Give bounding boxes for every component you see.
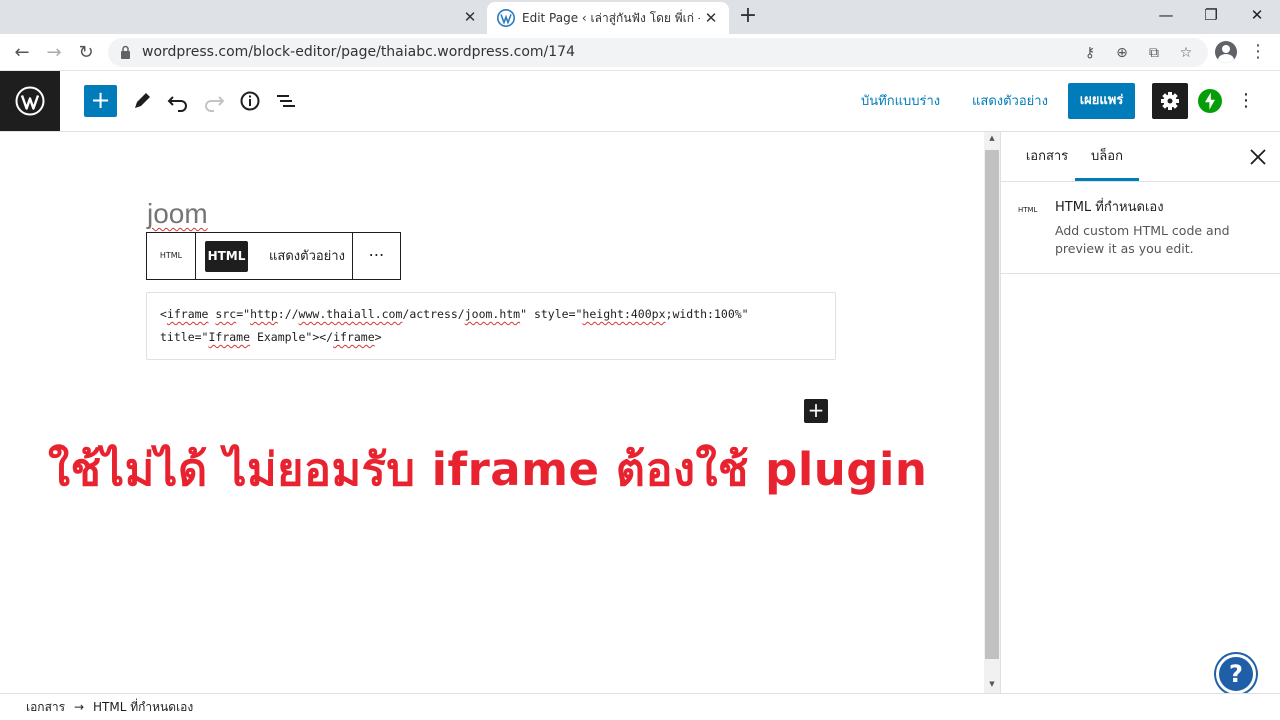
code-token-misspelled: iframe	[166, 307, 209, 321]
code-token: <	[160, 307, 167, 321]
browser-menu-icon[interactable]: ⋮	[1248, 40, 1268, 64]
bookmark-star-icon[interactable]: ☆	[1176, 43, 1196, 63]
url-text[interactable]: wordpress.com/block-editor/page/thaiabc.…	[142, 43, 575, 62]
html-code-editor[interactable]: <iframe src="http://www.thaiall.com/actr…	[146, 292, 836, 360]
code-token-misspelled: height:400px	[582, 307, 666, 321]
code-token-misspelled: Iframe	[208, 330, 251, 344]
minimize-icon[interactable]: —	[1152, 4, 1180, 26]
code-token-misspelled: http	[250, 307, 278, 321]
custom-html-block-icon: HTML	[1018, 206, 1038, 214]
browser-tab-title: Edit Page ‹ เล่าสู่กันฟัง โดย พี่เก่ — W…	[522, 11, 700, 25]
code-token: ;width:100%"	[665, 307, 749, 321]
sidebar-tabs: เอกสาร บล็อก	[1001, 132, 1280, 182]
canvas-scrollbar[interactable]: ▲ ▼	[984, 132, 1000, 693]
editor-top-toolbar: + บันทึกแบบร่าง แสดงตัวอย่าง เผยแพร่ ⋮	[0, 71, 1280, 132]
code-token: Example"></	[250, 330, 334, 344]
info-icon[interactable]	[236, 87, 264, 115]
code-line-2: title="Iframe Example"></iframe>	[160, 326, 822, 349]
translate-icon[interactable]: ⧉	[1144, 43, 1164, 63]
code-token: " style="	[520, 307, 583, 321]
editor-canvas: joom HTML HTML แสดงตัวอย่าง ⋯ <iframe sr…	[0, 132, 984, 693]
scroll-up-arrow-icon[interactable]: ▲	[988, 134, 996, 142]
code-token-misspelled: www.thaiall.com	[298, 307, 403, 321]
profile-avatar-icon[interactable]	[1215, 41, 1237, 63]
save-draft-button[interactable]: บันทึกแบบร่าง	[861, 93, 940, 111]
breadcrumb: เอกสาร → HTML ที่กำหนดเอง	[0, 693, 1280, 720]
red-annotation-text: ใช้ไม่ได้ ไม่ยอมรับ iframe ต้องใช้ plugi…	[48, 443, 928, 496]
wordpress-favicon-icon	[497, 9, 515, 27]
preview-button[interactable]: แสดงตัวอย่าง	[972, 93, 1048, 111]
editor-options-menu-icon[interactable]: ⋮	[1236, 89, 1256, 113]
code-token: ://	[277, 307, 299, 321]
block-toolbar: HTML HTML แสดงตัวอย่าง ⋯	[146, 232, 401, 280]
tab-block[interactable]: บล็อก	[1075, 132, 1139, 181]
code-token: ="	[236, 307, 251, 321]
block-more-options-icon[interactable]: ⋯	[352, 233, 400, 279]
block-card: HTML HTML ที่กำหนดเอง Add custom HTML co…	[1001, 182, 1280, 274]
undo-icon[interactable]	[164, 87, 192, 115]
help-question-icon[interactable]: ?	[1216, 654, 1256, 694]
breadcrumb-separator-arrow-icon: →	[74, 700, 85, 714]
page-title[interactable]: joom	[147, 197, 208, 231]
html-mode-tab[interactable]: HTML	[205, 241, 248, 272]
scroll-down-arrow-icon[interactable]: ▼	[988, 680, 996, 688]
window-close-icon[interactable]: ✕	[1243, 4, 1271, 26]
code-line-1: <iframe src="http://www.thaiall.com/actr…	[160, 303, 822, 326]
block-card-description: Add custom HTML code and preview it as y…	[1055, 223, 1230, 256]
list-view-icon[interactable]	[272, 87, 300, 115]
settings-gear-button[interactable]	[1152, 83, 1188, 119]
restore-icon[interactable]: ❐	[1197, 4, 1225, 26]
code-token: /actress/	[402, 307, 465, 321]
jetpack-bolt-icon[interactable]	[1198, 89, 1222, 113]
lock-icon	[121, 45, 130, 59]
preview-mode-tab[interactable]: แสดงตัวอย่าง	[260, 241, 354, 272]
browser-tab-bar: ✕ Edit Page ‹ เล่าสู่กันฟัง โดย พี่เก่ —…	[0, 0, 1280, 34]
code-token-misspelled: iframe	[333, 330, 375, 344]
code-token-misspelled: src	[215, 307, 237, 321]
scroll-thumb[interactable]	[985, 150, 999, 659]
add-circle-icon[interactable]: ⊕	[1112, 43, 1132, 63]
block-card-title: HTML ที่กำหนดเอง	[1055, 200, 1164, 215]
code-token-misspelled: joom.htm	[464, 307, 521, 321]
key-icon[interactable]: ⚷	[1080, 43, 1100, 63]
code-token: >	[374, 330, 382, 344]
publish-button[interactable]: เผยแพร่	[1068, 83, 1135, 119]
block-inserter-plus-button[interactable]: +	[84, 85, 117, 117]
previous-tab-close-icon[interactable]: ✕	[461, 8, 479, 26]
pencil-tools-icon[interactable]	[128, 87, 156, 115]
browser-address-bar: ← → ↻ wordpress.com/block-editor/page/th…	[0, 34, 1280, 71]
block-type-html-icon[interactable]: HTML	[147, 233, 196, 279]
tab-close-icon[interactable]: ✕	[701, 8, 721, 28]
code-token: title="	[160, 330, 209, 344]
wordpress-logo-icon[interactable]	[0, 71, 60, 131]
breadcrumb-block[interactable]: HTML ที่กำหนดเอง	[93, 699, 193, 715]
browser-tab-active[interactable]: Edit Page ‹ เล่าสู่กันฟัง โดย พี่เก่ — W…	[487, 2, 729, 34]
gear-icon	[1161, 92, 1179, 110]
reload-icon[interactable]: ↻	[73, 40, 99, 66]
back-arrow-icon[interactable]: ←	[9, 40, 35, 66]
breadcrumb-document[interactable]: เอกสาร	[26, 699, 65, 715]
add-block-plus-button[interactable]: +	[804, 399, 828, 423]
tab-document[interactable]: เอกสาร	[1011, 132, 1083, 181]
url-omnibox[interactable]: wordpress.com/block-editor/page/thaiabc.…	[108, 38, 1208, 67]
forward-arrow-icon[interactable]: →	[41, 40, 67, 66]
close-sidebar-icon[interactable]	[1247, 146, 1269, 168]
new-tab-plus-icon[interactable]: +	[737, 5, 759, 29]
settings-sidebar: เอกสาร บล็อก HTML HTML ที่กำหนดเอง Add c…	[1000, 132, 1280, 693]
redo-icon[interactable]	[200, 87, 228, 115]
